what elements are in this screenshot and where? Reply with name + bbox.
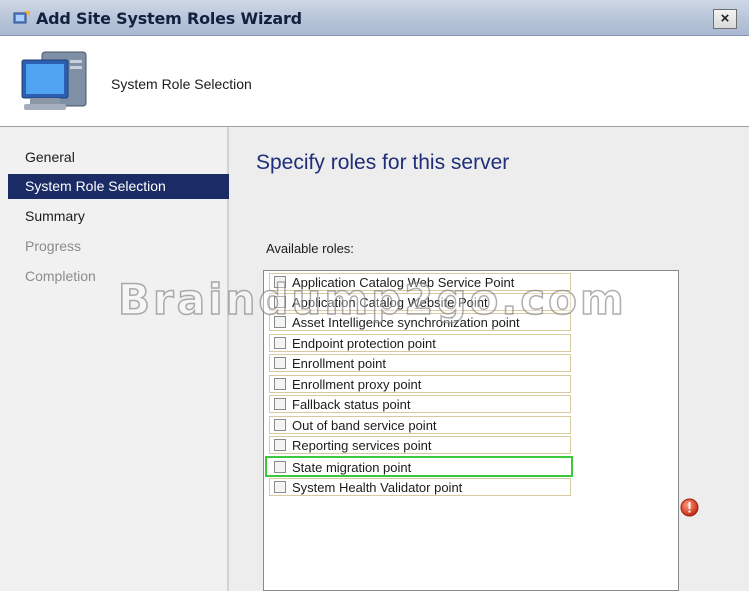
role-label: Fallback status point [292, 397, 411, 412]
role-item[interactable]: Fallback status point [269, 395, 571, 413]
role-item[interactable]: Out of band service point [269, 416, 571, 434]
role-label: Asset Intelligence synchronization point [292, 315, 520, 330]
role-label: Reporting services point [292, 438, 432, 453]
role-checkbox[interactable] [274, 357, 286, 369]
role-checkbox[interactable] [274, 398, 286, 410]
role-label: System Health Validator point [292, 480, 463, 495]
page-heading: Specify roles for this server [256, 151, 510, 174]
role-checkbox[interactable] [274, 378, 286, 390]
role-label: State migration point [292, 460, 412, 475]
role-item[interactable]: Application Catalog Website Point [269, 293, 571, 311]
close-button[interactable]: × [713, 9, 737, 29]
role-item[interactable]: Endpoint protection point [269, 334, 571, 352]
role-item[interactable]: Reporting services point [269, 436, 571, 454]
window-title: Add Site System Roles Wizard [36, 9, 302, 28]
wizard-steps-sidebar: General System Role Selection Summary Pr… [0, 127, 229, 591]
role-label: Enrollment point [292, 356, 386, 371]
nav-item-summary[interactable]: Summary [8, 204, 229, 229]
nav-item-progress: Progress [25, 238, 82, 254]
role-checkbox[interactable] [274, 337, 286, 349]
role-checkbox[interactable] [274, 276, 286, 288]
available-roles-label: Available roles: [266, 241, 354, 256]
role-item[interactable]: Enrollment proxy point [269, 375, 571, 393]
available-roles-list[interactable]: Application Catalog Web Service Point Ap… [263, 270, 679, 591]
role-checkbox[interactable] [274, 296, 286, 308]
computer-monitor-icon [21, 51, 87, 110]
role-checkbox[interactable] [274, 461, 286, 473]
role-checkbox[interactable] [274, 316, 286, 328]
nav-item-system-role-selection[interactable]: System Role Selection [8, 174, 229, 199]
wizard-header: System Role Selection [0, 36, 749, 127]
role-item[interactable]: Application Catalog Web Service Point [269, 273, 571, 291]
role-item[interactable]: Asset Intelligence synchronization point [269, 313, 571, 331]
main-panel: Specify roles for this server Available … [229, 127, 749, 591]
role-label: Application Catalog Web Service Point [292, 275, 515, 290]
role-label: Enrollment proxy point [292, 377, 422, 392]
nav-item-completion: Completion [25, 268, 96, 284]
role-checkbox[interactable] [274, 481, 286, 493]
title-bar: Add Site System Roles Wizard × [0, 0, 749, 36]
role-item[interactable]: System Health Validator point [269, 478, 571, 496]
wizard-icon [13, 11, 30, 24]
nav-item-general[interactable]: General [8, 145, 229, 170]
role-label: Application Catalog Website Point [292, 295, 488, 310]
header-title: System Role Selection [111, 76, 252, 92]
warning-icon [680, 498, 699, 517]
role-item[interactable]: Enrollment point [269, 354, 571, 372]
role-checkbox[interactable] [274, 419, 286, 431]
role-label: Out of band service point [292, 418, 437, 433]
role-checkbox[interactable] [274, 439, 286, 451]
role-label: Endpoint protection point [292, 336, 436, 351]
role-item-highlighted[interactable]: State migration point [265, 456, 573, 477]
